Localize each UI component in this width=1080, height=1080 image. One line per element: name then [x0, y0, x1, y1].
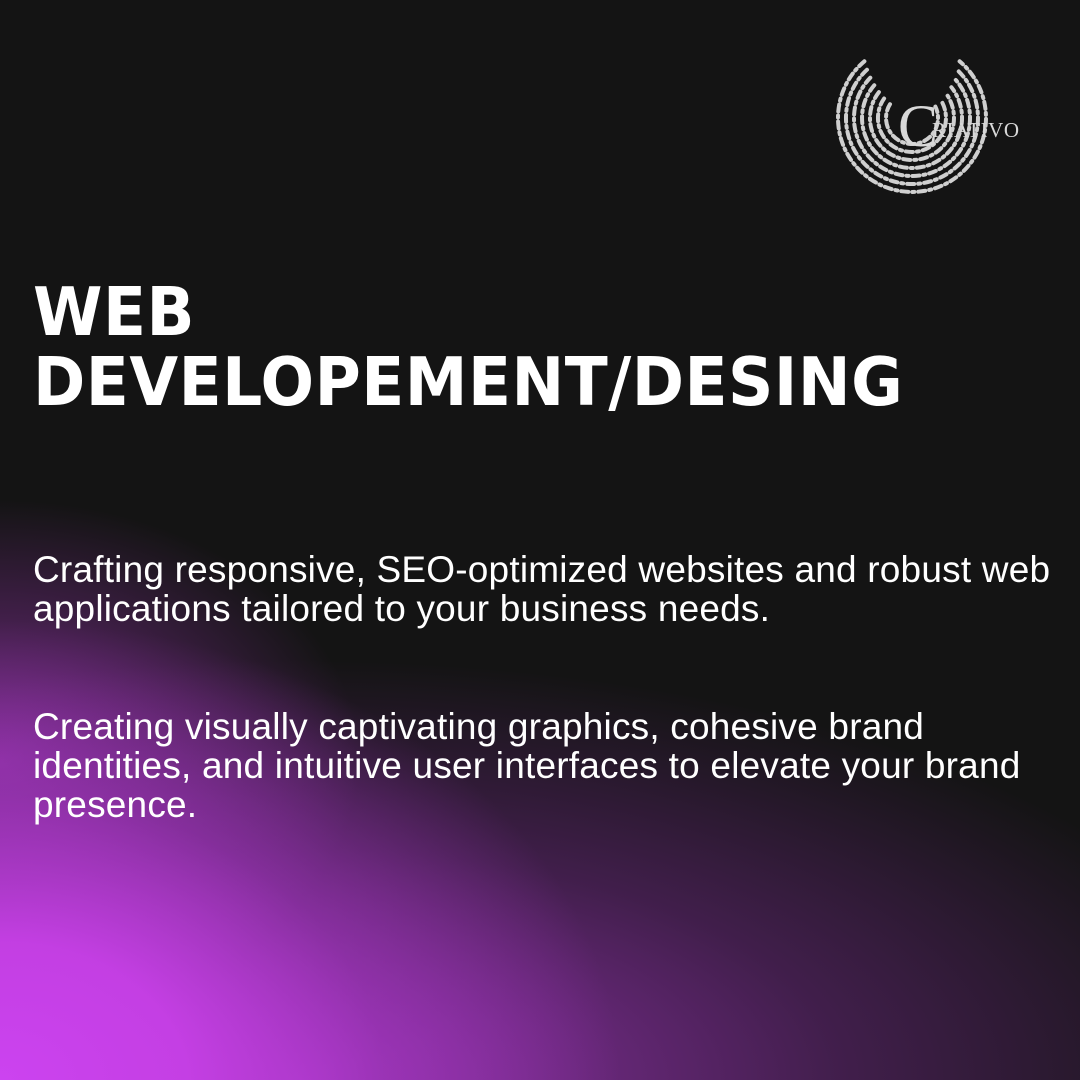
brand-logo: C RIATIVO — [832, 36, 1052, 204]
web-development-description: Crafting responsive, SEO-optimized websi… — [33, 549, 1051, 629]
logo-wordmark: RIATIVO — [932, 118, 1020, 142]
post-canvas: C RIATIVO WEB DEVELOPEMENT/DESING Crafti… — [0, 0, 1080, 1080]
dotted-c-logo-icon: C RIATIVO — [836, 59, 1020, 194]
headline-line-2: DEVELOPEMENT/DESING — [33, 343, 904, 422]
design-description: Creating visually captivating graphics, … — [33, 706, 1021, 825]
headline-line-1: WEB — [33, 273, 196, 352]
headline: WEB DEVELOPEMENT/DESING — [33, 273, 1073, 422]
